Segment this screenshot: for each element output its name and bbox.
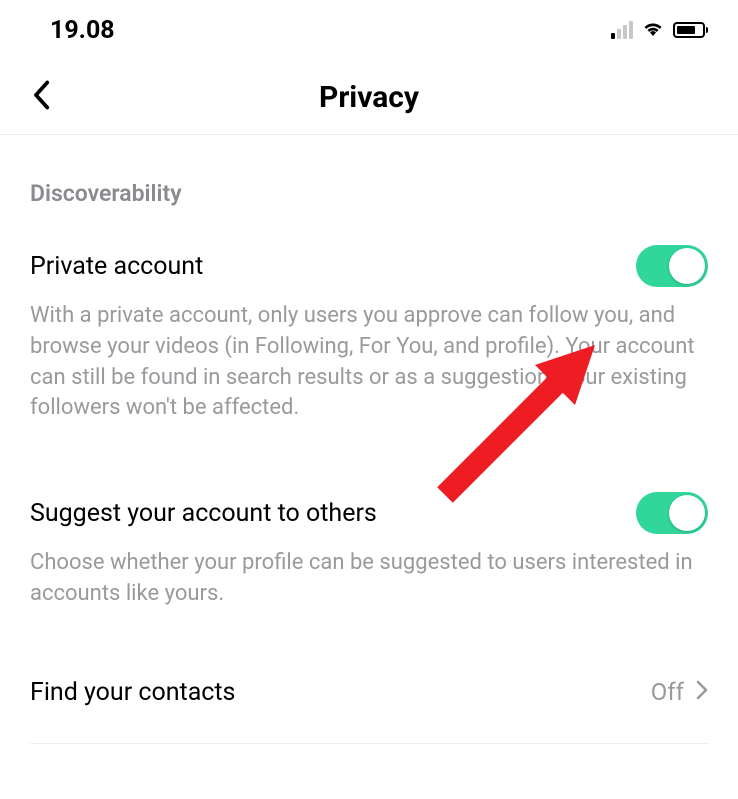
- suggest-account-title: Suggest your account to others: [30, 499, 377, 528]
- find-contacts-row[interactable]: Find your contacts Off: [30, 678, 708, 707]
- find-contacts-title: Find your contacts: [30, 678, 235, 707]
- private-account-desc: With a private account, only users you a…: [30, 301, 708, 424]
- find-contacts-value: Off: [651, 678, 684, 706]
- section-header-discoverability: Discoverability: [30, 180, 708, 207]
- page-title: Privacy: [319, 80, 419, 115]
- suggest-account-toggle[interactable]: [636, 492, 708, 534]
- status-bar: 19.08: [0, 0, 738, 60]
- chevron-left-icon: [31, 80, 51, 110]
- suggest-account-desc: Choose whether your profile can be sugge…: [30, 548, 708, 610]
- private-account-block: Private account With a private account, …: [30, 245, 708, 424]
- chevron-right-icon: [696, 680, 708, 704]
- nav-bar: Privacy: [0, 60, 738, 135]
- battery-icon: [673, 22, 708, 38]
- back-button[interactable]: [25, 74, 57, 120]
- signal-icon: [611, 21, 633, 39]
- private-account-toggle[interactable]: [636, 245, 708, 287]
- status-icons: [611, 18, 708, 42]
- divider: [30, 743, 708, 744]
- private-account-title: Private account: [30, 252, 203, 281]
- status-time: 19.08: [50, 16, 115, 45]
- suggest-account-block: Suggest your account to others Choose wh…: [30, 492, 708, 610]
- wifi-icon: [641, 18, 665, 42]
